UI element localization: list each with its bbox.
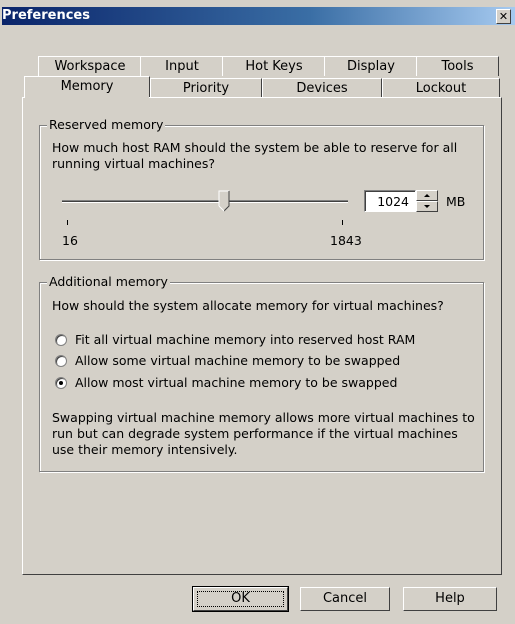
radio-swap-some[interactable] <box>55 355 67 367</box>
reserved-memory-question: How much host RAM should the system be a… <box>52 140 458 171</box>
window-title: Preferences <box>2 8 90 23</box>
radio-fit-reserved[interactable] <box>55 334 67 346</box>
tab-priority[interactable]: Priority <box>150 78 262 98</box>
cancel-button[interactable]: Cancel <box>300 587 390 611</box>
arrow-down-icon <box>424 205 430 208</box>
tab-lockout[interactable]: Lockout <box>382 78 500 98</box>
memory-slider-thumb[interactable] <box>218 190 231 213</box>
help-label: Help <box>435 591 465 606</box>
preferences-dialog: Preferences ✕ Workspace Input Hot Keys D… <box>0 0 515 624</box>
slider-min-label: 16 <box>62 233 78 248</box>
title-bar: Preferences ✕ <box>0 0 515 29</box>
tab-memory[interactable]: Memory <box>24 76 150 98</box>
tab-devices[interactable]: Devices <box>262 78 382 98</box>
spin-down-button[interactable] <box>416 201 438 212</box>
reserved-memory-value: 1024 <box>377 194 409 209</box>
memory-slider-track[interactable] <box>62 200 348 203</box>
option-swap-some-label[interactable]: Allow some virtual machine memory to be … <box>75 353 400 369</box>
close-icon[interactable]: ✕ <box>496 9 511 24</box>
tab-hot-keys[interactable]: Hot Keys <box>222 56 326 76</box>
help-button[interactable]: Help <box>403 587 497 611</box>
cancel-label: Cancel <box>322 591 368 606</box>
additional-memory-label: Additional memory <box>47 274 170 289</box>
focus-rect <box>197 591 284 607</box>
tab-display[interactable]: Display <box>324 56 418 76</box>
spin-up-button[interactable] <box>416 190 438 201</box>
radio-swap-most[interactable] <box>55 377 67 389</box>
slider-min-tick <box>67 220 68 225</box>
tab-workspace[interactable]: Workspace <box>38 56 142 76</box>
title-bar-fill: Preferences <box>2 7 515 25</box>
option-fit-reserved-label[interactable]: Fit all virtual machine memory into rese… <box>75 332 415 348</box>
slider-max-label: 1843 <box>330 233 362 248</box>
swapping-note: Swapping virtual machine memory allows m… <box>52 410 475 457</box>
reserved-memory-label: Reserved memory <box>47 117 166 132</box>
arrow-up-icon <box>424 194 430 197</box>
additional-memory-question: How should the system allocate memory fo… <box>52 298 444 313</box>
slider-max-tick <box>342 220 343 225</box>
ok-button[interactable]: OK <box>192 586 289 612</box>
reserved-memory-field[interactable]: 1024 <box>364 190 416 212</box>
active-tab-join <box>25 97 149 99</box>
tab-input[interactable]: Input <box>140 56 224 76</box>
memory-unit-label: MB <box>446 194 466 209</box>
tab-tools[interactable]: Tools <box>416 56 499 76</box>
option-swap-most-label[interactable]: Allow most virtual machine memory to be … <box>75 375 397 391</box>
